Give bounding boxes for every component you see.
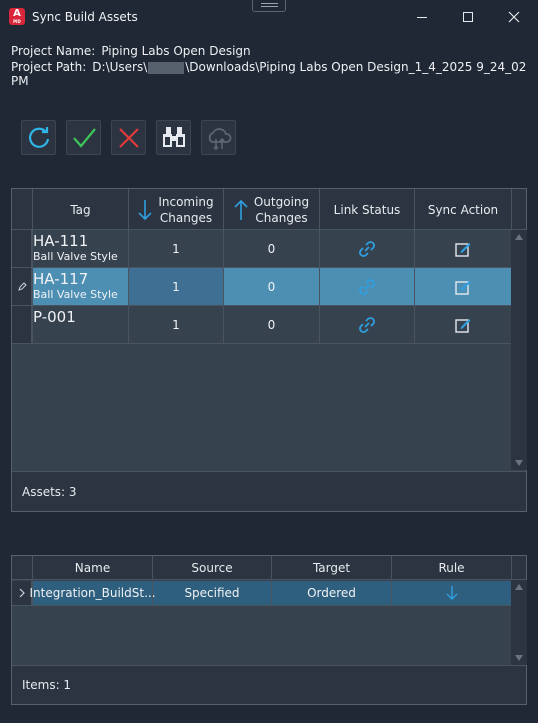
assets-vertical-scrollbar[interactable] [511,230,527,470]
column-header-source[interactable]: Source [152,556,271,580]
link-icon [359,316,375,333]
close-button[interactable] [492,2,536,32]
outgoing-cell: 0 [223,230,319,267]
row-selector[interactable] [12,306,32,343]
column-header-rule[interactable]: Rule [391,556,511,580]
scroll-up-icon[interactable] [515,234,523,240]
rule-name-cell[interactable]: Integration_BuildSt... [30,581,156,605]
cloud-sync-icon [208,127,231,150]
refresh-icon [28,126,49,148]
minimize-button[interactable] [400,2,444,32]
incoming-cell: 1 [128,268,223,305]
sync-action-cell[interactable] [414,230,511,267]
minimize-icon [417,16,427,18]
project-name-label: Project Name: [11,44,96,58]
rule-source-cell[interactable]: Specified [152,581,271,605]
project-path-prefix: D:\Users\ [92,60,148,74]
column-header-sync-action[interactable]: Sync Action [414,189,511,230]
table-row[interactable]: HA-111 Ball Valve Style 1 0 [12,230,511,268]
project-name-value: Piping Labs Open Design [101,44,251,58]
edit-icon [455,318,471,333]
sync-action-cell[interactable] [414,306,511,343]
column-header-incoming[interactable]: Incoming Changes [128,189,223,230]
header-spacer [511,189,528,230]
check-icon [72,127,96,148]
column-header-target[interactable]: Target [271,556,391,580]
items-count: Items: 1 [22,678,72,692]
link-status-cell[interactable] [319,306,414,343]
incoming-cell: 1 [128,306,223,343]
sync-action-cell[interactable] [414,268,511,305]
row-selector-header [12,189,32,230]
x-icon [118,127,139,148]
outgoing-cell: 0 [223,306,319,343]
row-selector[interactable] [12,230,32,267]
column-header-outgoing[interactable]: Outgoing Changes [223,189,319,230]
outgoing-cell: 0 [223,268,319,305]
items-count-footer: Items: 1 [12,665,526,704]
app-logo-icon: A PID [9,8,25,25]
header-spacer [511,556,528,580]
link-status-cell[interactable] [319,268,414,305]
drag-grip-icon[interactable] [252,0,286,12]
assets-count-footer: Assets: 3 [12,471,526,511]
link-icon [359,240,375,257]
scroll-down-icon[interactable] [515,655,523,661]
redacted-username [148,61,185,74]
edit-icon [455,242,471,257]
column-header-link-status[interactable]: Link Status [319,189,414,230]
edit-icon [455,280,471,295]
binoculars-icon [162,126,185,147]
link-status-cell[interactable] [319,230,414,267]
arrow-down-icon [446,586,457,600]
tag-cell[interactable]: P-001 [32,306,128,343]
rules-vertical-scrollbar[interactable] [511,580,527,665]
assets-grid: Tag Incoming Changes Outgoing Changes Link… [11,188,527,512]
maximize-icon [463,12,473,22]
rule-direction-cell[interactable] [391,581,511,605]
refresh-button[interactable] [21,120,56,155]
find-button[interactable] [156,120,191,155]
column-header-tag[interactable]: Tag [32,189,128,230]
row-selector[interactable] [12,268,32,305]
cloud-sync-button[interactable] [201,120,236,155]
rules-grid: Name Source Target Rule Integration_Buil… [11,555,527,705]
tag-cell[interactable]: HA-117 Ball Valve Style [32,268,128,305]
link-icon [359,278,375,295]
title-bar: A PID Sync Build Assets [0,0,538,34]
accept-button[interactable] [66,120,101,155]
arrow-down-icon [138,199,152,220]
reject-button[interactable] [111,120,146,155]
row-selector-header [12,556,32,580]
rule-target-cell[interactable]: Ordered [271,581,391,605]
pencil-icon [17,281,27,291]
table-row[interactable]: Integration_BuildSt... Specified Ordered [12,581,511,606]
arrow-up-icon [234,199,248,220]
assets-grid-header: Tag Incoming Changes Outgoing Changes Link… [12,189,526,230]
table-row[interactable]: HA-117 Ball Valve Style 1 0 [12,268,511,306]
project-path-label: Project Path: [11,60,87,74]
table-row[interactable]: P-001 1 0 [12,306,511,344]
chevron-right-icon [19,588,25,598]
assets-count: Assets: 3 [22,484,77,499]
project-name: Project Name: Piping Labs Open Design [11,44,251,58]
incoming-cell: 1 [128,230,223,267]
project-path: Project Path: D:\Users\ \Downloads\Piping … [11,60,538,88]
rules-grid-header: Name Source Target Rule [12,556,526,580]
project-path-suffix: \Downloads\Piping Labs Open Design_1_4_2… [11,60,527,88]
scroll-up-icon[interactable] [515,584,523,590]
maximize-button[interactable] [446,2,490,32]
scroll-down-icon[interactable] [515,460,523,466]
column-header-name[interactable]: Name [32,556,152,580]
window-title: Sync Build Assets [32,10,138,24]
close-icon [508,11,520,23]
tag-cell[interactable]: HA-111 Ball Valve Style [32,230,128,267]
